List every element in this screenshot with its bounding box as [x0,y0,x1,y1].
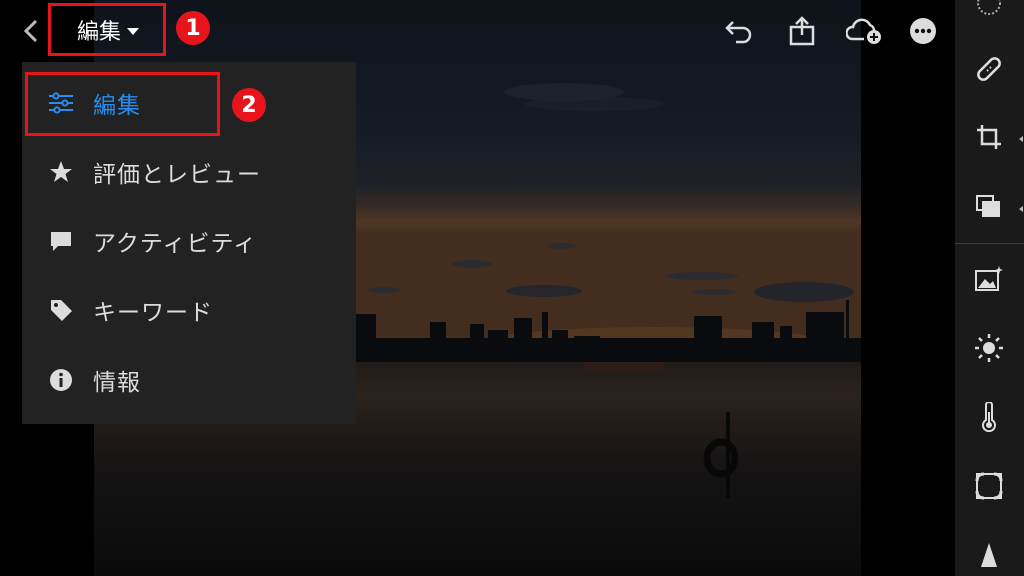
menu-item-activity[interactable]: アクティビティ [22,211,356,271]
tag-icon [48,297,74,323]
crop-icon [977,125,1001,149]
presets-icon [977,0,1001,15]
step1-badge: 1 [176,11,210,45]
more-button[interactable] [906,14,940,48]
menu-item-label: 情報 [93,370,141,396]
vignette-icon [975,472,1003,500]
share-icon [789,16,815,46]
back-button[interactable] [20,16,42,46]
undo-button[interactable] [722,14,756,48]
comment-icon [48,228,74,254]
menu-item-info[interactable]: 情報 [22,350,356,410]
triangle-icon [981,543,997,567]
versions-icon [976,195,1000,217]
tool-light[interactable] [972,331,1006,365]
tool-expand-tick [1019,136,1023,142]
menu-item-label: 評価とレビュー [93,162,261,188]
cloud-add-button[interactable] [845,14,885,48]
auto-image-icon [975,266,1003,291]
share-button[interactable] [785,14,819,48]
toolbar-divider [955,243,1024,244]
star-icon [48,159,74,185]
tool-expand-tick [1019,206,1023,212]
menu-item-label: アクティビティ [93,231,258,257]
thermometer-icon [982,402,996,432]
tool-effects[interactable] [972,469,1006,503]
tool-auto[interactable] [972,262,1006,296]
menu-item-keywords[interactable]: キーワード [22,280,356,340]
cloud-add-icon [846,18,881,44]
tool-crop[interactable] [972,121,1006,155]
menu-item-ratings[interactable]: 評価とレビュー [22,142,356,202]
step2-badge: 2 [232,88,266,122]
tool-presets[interactable] [972,0,1006,20]
tool-healing[interactable] [972,52,1006,86]
tool-detail[interactable] [972,538,1006,572]
bandage-icon [977,57,1001,81]
menu-item-label: キーワード [93,300,213,326]
highlight-box-step1 [48,3,166,56]
tool-color[interactable] [972,400,1006,434]
chevron-left-icon [24,19,38,43]
more-icon [910,18,936,44]
right-toolbar [955,0,1024,576]
tool-versions[interactable] [972,190,1006,224]
sun-icon [975,334,1003,362]
highlight-box-step2 [25,72,220,136]
undo-icon [725,21,752,44]
info-icon [48,367,74,393]
